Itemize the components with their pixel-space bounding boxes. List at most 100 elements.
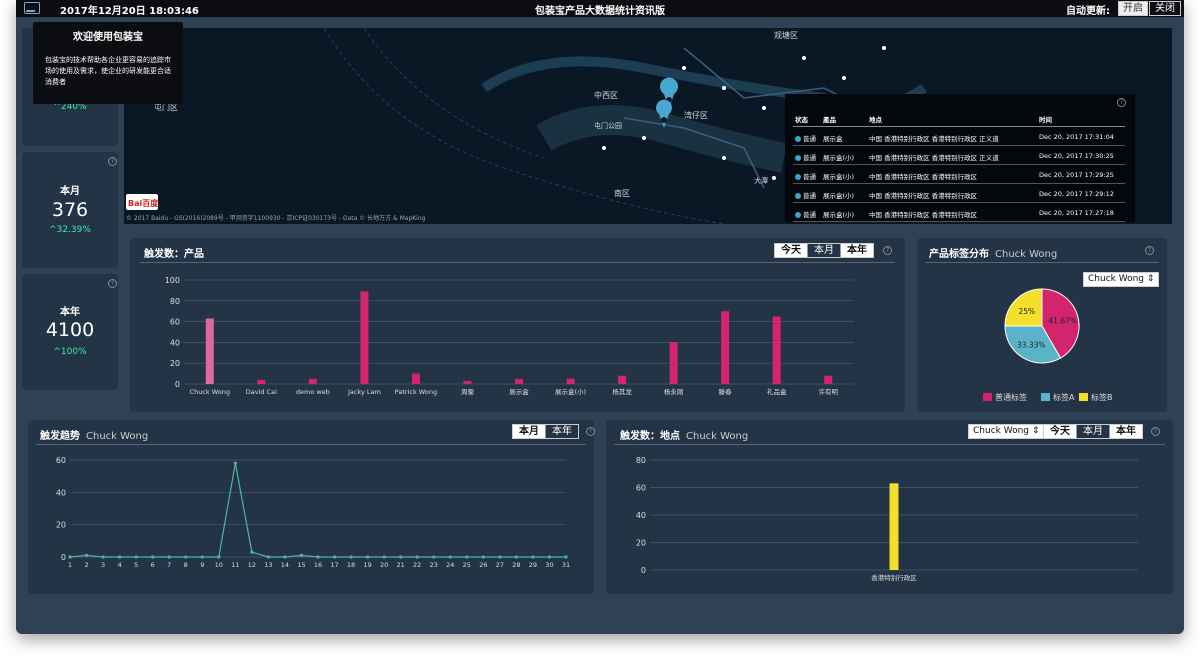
x-tick-label: 17: [330, 561, 338, 569]
welcome-body: 包装宝的技术帮助各企业更容易的追踪市场的使用及需求，使企业的研发能更合适消费者: [45, 56, 171, 86]
data-point: [366, 555, 370, 559]
status-dot-icon: [795, 174, 801, 180]
data-point: [399, 555, 403, 559]
help-icon[interactable]: ?: [108, 279, 117, 288]
x-tick-label: 14: [281, 561, 289, 569]
x-tick-label: 展示盒(小): [555, 387, 586, 396]
tag-pie-panel: 产品标签分布 Chuck Wong ? Chuck Wong ⇕ 41.67% 33…: [917, 238, 1167, 412]
tab-year[interactable]: 本年: [1110, 425, 1142, 438]
help-icon[interactable]: ?: [108, 157, 117, 166]
help-icon[interactable]: ?: [586, 427, 595, 436]
auto-update-off-button[interactable]: 关闭: [1149, 1, 1181, 16]
data-point: [167, 555, 171, 559]
data-point: [266, 555, 270, 559]
welcome-popup: 欢迎使用包装宝 包装宝的技术帮助各企业更容易的追踪市场的使用及需求，使企业的研发…: [33, 22, 183, 104]
map-place-label: 中西区: [594, 90, 618, 100]
user-select[interactable]: Chuck Wong ⇕: [968, 424, 1045, 439]
location-bar-chart: 0 20 40 60 80 香港特别行政区: [636, 456, 1138, 582]
bar: [618, 375, 627, 384]
product-cell: 展示盒: [823, 135, 843, 143]
tab-month[interactable]: 本月: [513, 425, 546, 438]
map-place-label: 大潭: [754, 176, 768, 185]
data-point: [217, 555, 221, 559]
range-tabs: 今天 本月 本年: [1043, 424, 1143, 439]
tab-year[interactable]: 本年: [546, 425, 578, 438]
stat-pct: ^32.39%: [49, 225, 91, 235]
x-tick-label: 16: [314, 561, 322, 569]
slice-label: 33.33%: [1017, 341, 1046, 350]
product-panel: 触发数：产品 今天 本月 本年 ? 0 20 40 60 80 100 Chuck Wong…: [130, 238, 905, 412]
auto-update-label: 自动更新:: [1066, 6, 1110, 17]
product-cell: 展示盒(小): [823, 154, 855, 162]
x-tick-label: 10: [215, 561, 223, 569]
divider: [140, 262, 895, 263]
x-tick-label: 30: [545, 561, 553, 569]
x-tick-label: demo web: [296, 388, 330, 396]
bar: [463, 380, 472, 384]
range-tabs: 今天 本月 本年: [774, 243, 874, 258]
product-bar-chart: 0 20 40 60 80 100 Chuck Wong David Cai demo web J…: [165, 276, 854, 396]
0|y-tick-label: 20: [170, 359, 180, 368]
x-tick-label: 13: [264, 561, 272, 569]
map-place-label: 湾仔区: [684, 110, 708, 120]
trend-panel: 触发趋势 Chuck Wong 本月 本年 ? 0 20 40 60 1 2 3 4 5 6 7 8 9 1…: [28, 420, 595, 594]
data-point: [200, 555, 204, 559]
x-tick-label: 23: [430, 561, 438, 569]
x-tick-label: 26: [479, 561, 487, 569]
data-point: [349, 555, 353, 559]
slice-label: 25%: [1018, 307, 1035, 316]
auto-update-on-button[interactable]: 开启: [1118, 1, 1148, 16]
tab-today[interactable]: 今天: [1044, 425, 1077, 438]
tab-month[interactable]: 本月: [1077, 425, 1110, 438]
2|y-tick-label: 40: [56, 488, 66, 497]
time-cell: Dec 20, 2017 17:30:25: [1039, 152, 1114, 160]
data-point: [134, 555, 138, 559]
help-icon[interactable]: ?: [1145, 246, 1154, 255]
x-tick-label: 香港特别行政区: [871, 573, 917, 582]
2|y-tick-label: 0: [61, 553, 66, 562]
data-point: [481, 555, 485, 559]
x-tick-label: 11: [231, 561, 239, 569]
help-icon[interactable]: ?: [1117, 98, 1126, 107]
bar: [360, 291, 369, 384]
x-tick-label: 24: [446, 561, 454, 569]
page-title: 包装宝产品大数据统计资讯版: [535, 6, 665, 17]
x-tick-label: 22: [413, 561, 421, 569]
col-header: 產品: [823, 116, 836, 124]
x-tick-label: 19: [363, 561, 371, 569]
data-point: [233, 461, 237, 465]
x-tick-label: David Cai: [246, 388, 277, 396]
col-header: 时间: [1039, 116, 1052, 124]
data-point: [118, 555, 122, 559]
help-icon[interactable]: ?: [1151, 427, 1160, 436]
status-dot-icon: [795, 212, 801, 218]
3|y-tick-label: 60: [636, 484, 646, 493]
data-point: [465, 555, 469, 559]
data-point: [283, 555, 287, 559]
baidu-logo-text: Bai百度: [128, 198, 159, 208]
tab-today[interactable]: 今天: [775, 244, 808, 257]
x-tick-label: 4: [118, 561, 122, 569]
event-table: ? 状态 產品 地点 时间 普通 展示盒 中国 香港特别行政区 香港特别行政区 正义…: [785, 94, 1135, 222]
stat-label: 本月: [60, 186, 80, 197]
bar: [515, 378, 523, 384]
3|y-tick-label: 0: [641, 566, 646, 575]
data-point: [531, 555, 535, 559]
location-cell: 中国 香港特别行政区 香港特别行政区: [869, 173, 978, 181]
0|y-tick-label: 80: [170, 297, 180, 306]
tab-year[interactable]: 本年: [841, 244, 873, 257]
legend-swatch: [983, 393, 992, 401]
welcome-title: 欢迎使用包装宝: [73, 32, 143, 43]
stat-card-month: ? 本月 376 ^32.39%: [22, 152, 118, 268]
help-icon[interactable]: ?: [883, 246, 892, 255]
table-row: 普通 展示盒(小) 中国 香港特别行政区 香港特别行政区 Dec 20, 2017 1…: [793, 184, 1125, 203]
tab-month[interactable]: 本月: [808, 244, 841, 257]
0|y-tick-label: 40: [170, 338, 180, 347]
2|y-tick-label: 20: [56, 521, 66, 530]
data-point: [151, 555, 155, 559]
x-tick-label: 5: [134, 561, 138, 569]
time-cell: Dec 20, 2017 17:27:18: [1039, 209, 1114, 217]
status-dot-icon: [795, 193, 801, 199]
map-route: [363, 28, 545, 159]
stat-label: 本年: [60, 307, 80, 318]
